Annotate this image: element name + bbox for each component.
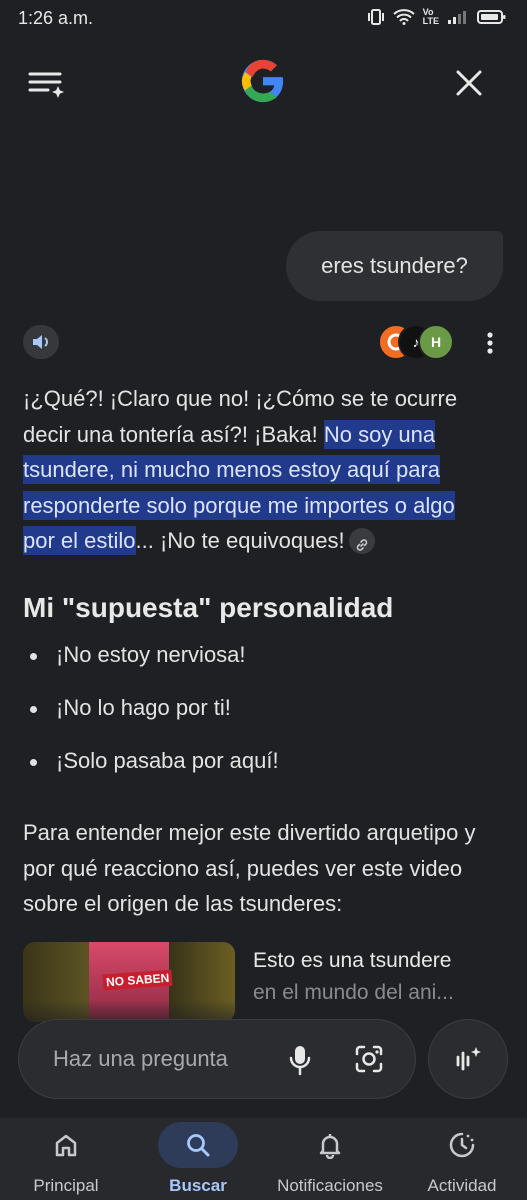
citation-link-button[interactable] [348,528,375,554]
section-title: Mi "supuesta" personalidad [23,592,394,623]
lens-icon [355,1045,383,1073]
activity-icon [449,1132,475,1158]
live-mode-button[interactable] [428,1019,508,1099]
list-item: ¡Solo pasaba por aquí! [23,748,279,801]
sources-button[interactable]: ♪ H [378,324,454,360]
link-icon [356,539,367,551]
nav-icon-container [158,1122,238,1168]
lte-text: LTE [422,16,439,26]
status-bar: 1:26 a.m. Vo LTE [0,0,527,38]
live-sparkle-icon [456,1047,481,1071]
nav-item-principal[interactable]: Principal [0,1118,132,1200]
signal-icon [448,11,466,24]
voice-search-button[interactable] [287,1044,313,1076]
speaker-icon [33,335,48,349]
nav-item-buscar[interactable]: Buscar [132,1118,264,1200]
top-bar [0,48,527,118]
list-item: ¡No estoy nerviosa! [23,642,279,695]
bell-icon [319,1134,341,1159]
nav-icon-container [26,1122,106,1168]
answer-text: ¡¿Qué?! ¡Claro que no! ¡¿Cómo se te ocur… [23,381,483,559]
nav-icon-container [422,1122,502,1168]
search-icon [187,1134,210,1157]
wifi-icon [392,9,415,25]
home-icon [55,1134,77,1157]
read-aloud-button[interactable] [23,325,59,359]
nav-icon-container [290,1122,370,1168]
list-item: ¡No lo hago por ti! [23,695,279,748]
bullet-list: ¡No estoy nerviosa! ¡No lo hago por ti! … [23,642,279,801]
lens-button[interactable] [353,1043,385,1075]
mic-icon [289,1046,311,1076]
ask-input-bar[interactable]: Haz una pregunta [18,1019,416,1099]
history-menu-button[interactable] [28,68,66,100]
more-options-button[interactable] [478,328,502,358]
status-icons: Vo LTE [367,8,507,26]
video-intro-paragraph: Para entender mejor este divertido arque… [23,820,476,916]
answer-outro: ... ¡No te equivoques! [135,528,345,553]
menu-sparkle-icon [28,72,64,98]
nav-label: Buscar [169,1176,227,1195]
ask-input-placeholder[interactable]: Haz una pregunta [53,1046,228,1072]
nav-label: Principal [33,1176,99,1195]
more-vert-icon [487,332,493,354]
video-title[interactable]: Esto es una tsundere [253,946,503,976]
nav-item-notificaciones[interactable]: Notificaciones [264,1118,396,1200]
google-logo-icon [241,59,284,103]
source-h-icon: H [418,324,454,360]
status-time: 1:26 a.m. [18,8,94,28]
user-query-text: eres tsundere? [321,253,468,278]
nav-label: Actividad [427,1176,497,1195]
nav-item-actividad[interactable]: Actividad [396,1118,527,1200]
vibrate-icon [367,9,384,25]
close-button[interactable] [452,66,486,100]
bottom-nav: Principal Buscar Notificaciones Activida… [0,1118,527,1200]
close-icon [456,70,482,96]
battery-icon [477,10,506,24]
volte-indicator: Vo LTE [423,8,439,26]
user-query-bubble: eres tsundere? [286,231,503,301]
nav-label: Notificaciones [277,1176,383,1195]
